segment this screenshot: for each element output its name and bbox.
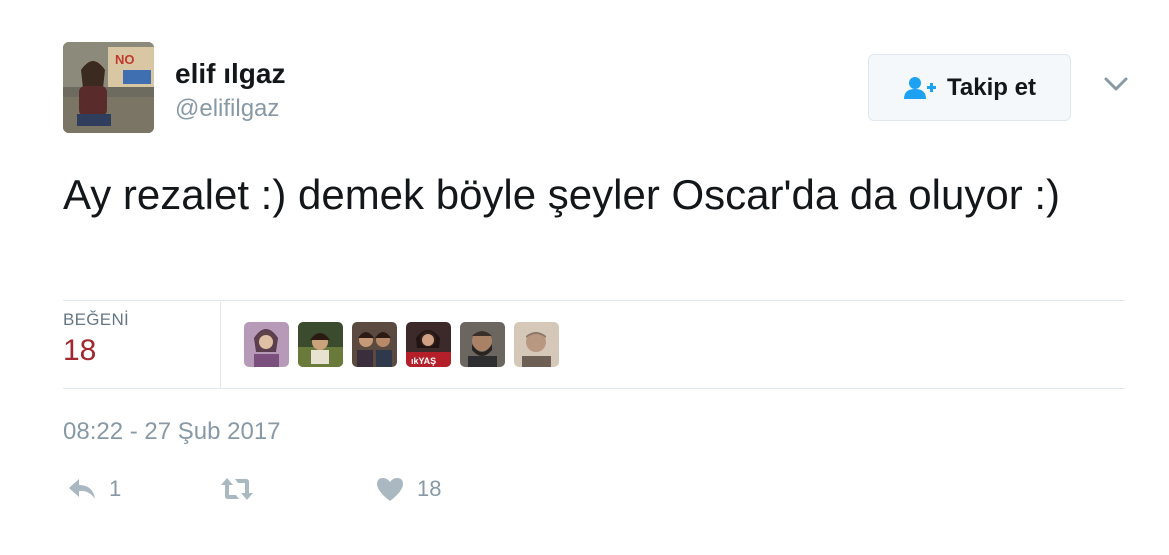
liker-avatar-3[interactable] [352, 322, 397, 367]
reply-count: 1 [109, 476, 122, 501]
user-handle[interactable]: @elifilgaz [175, 95, 279, 123]
avatar-photo: NO [63, 42, 154, 133]
user-avatar[interactable]: NO [63, 42, 154, 133]
stats-vertical-divider [220, 302, 221, 388]
tweet-timestamp[interactable]: 08:22 - 27 Şub 2017 [63, 418, 281, 446]
liker-avatar-6[interactable] [514, 322, 559, 367]
heart-icon [377, 478, 403, 501]
stats-bottom-divider [63, 388, 1125, 389]
stats-top-divider [63, 300, 1125, 301]
like-button[interactable]: 18 [375, 476, 441, 502]
liker-avatar-1[interactable] [244, 322, 289, 367]
chevron-down-icon[interactable] [1102, 70, 1130, 98]
like-count: 18 [417, 476, 442, 501]
likes-label: BEĞENİ [63, 310, 130, 329]
svg-text:ıkYAŞ: ıkYAŞ [411, 356, 436, 366]
likes-stat[interactable]: BEĞENİ 18 [63, 310, 129, 368]
liker-avatar-5[interactable] [460, 322, 505, 367]
reply-icon [69, 479, 95, 499]
svg-text:NO: NO [115, 52, 135, 67]
retweet-button[interactable] [219, 476, 267, 502]
likes-count: 18 [63, 334, 97, 367]
liker-avatar-4[interactable]: ıkYAŞ [406, 322, 451, 367]
follow-button[interactable]: Takip et [868, 54, 1071, 121]
liker-avatars: ıkYAŞ [244, 322, 559, 367]
reply-button[interactable]: 1 [67, 476, 121, 502]
user-display-name[interactable]: elif ılgaz [175, 58, 285, 90]
follow-button-label: Takip et [947, 73, 1036, 101]
tweet-text: Ay rezalet :) demek böyle şeyler Oscar'd… [63, 171, 1061, 218]
liker-avatar-2[interactable] [298, 322, 343, 367]
retweet-icon [221, 478, 253, 500]
add-user-icon [904, 76, 937, 99]
